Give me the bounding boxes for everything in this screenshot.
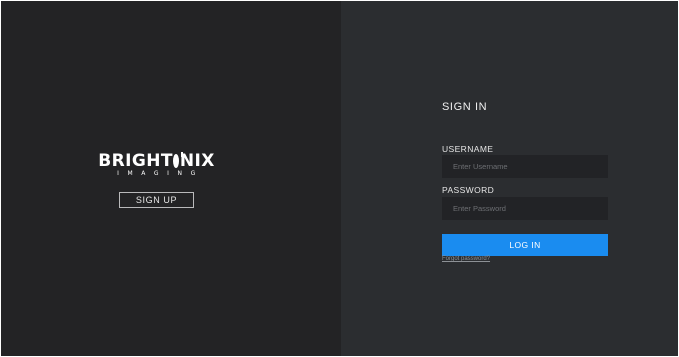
logo-wordmark-end: NIX (179, 151, 215, 171)
username-input[interactable] (442, 155, 608, 178)
password-input[interactable] (442, 197, 608, 220)
log-in-button[interactable]: LOG IN (442, 234, 608, 256)
page-title: SIGN IN (442, 101, 488, 113)
logo-wordmark: BRIGHT NIX (98, 151, 215, 171)
username-label: USERNAME (442, 144, 494, 154)
password-label: PASSWORD (442, 185, 495, 195)
logo-subtext: IMAGING (117, 170, 204, 177)
logo-wordmark-start: BRIGHT (98, 151, 173, 171)
brand-panel: BRIGHT NIX IMAGING SIGN UP (1, 1, 341, 356)
power-ring-icon (173, 152, 184, 168)
sign-up-button[interactable]: SIGN UP (119, 192, 194, 208)
login-panel: SIGN IN USERNAME PASSWORD LOG IN Forgot … (341, 1, 678, 356)
forgot-password-link[interactable]: Forgot password? (442, 256, 490, 262)
brightonix-logo: BRIGHT NIX IMAGING (98, 151, 215, 178)
app-window: BRIGHT NIX IMAGING SIGN UP SIGN IN USERNA… (1, 1, 678, 356)
